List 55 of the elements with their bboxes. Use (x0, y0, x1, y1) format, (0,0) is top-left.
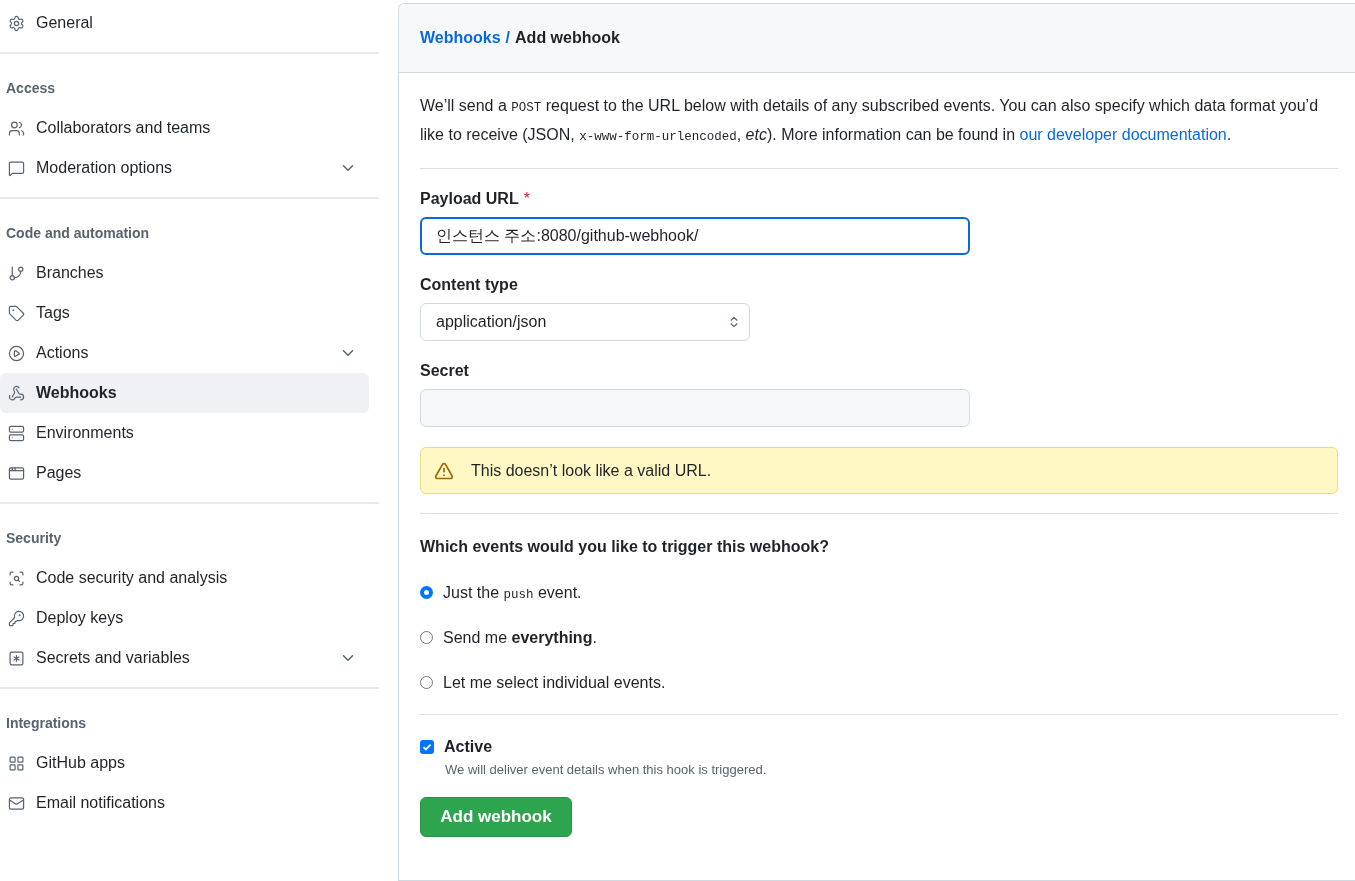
sidebar-item[interactable]: Environments (0, 413, 369, 453)
chat-bubbles-icon (8, 159, 25, 177)
play-icon (8, 344, 25, 362)
sidebar-item[interactable]: General (0, 3, 369, 43)
sidebar-item[interactable]: Branches (0, 253, 369, 293)
hint-text: We will deliver event details when this hook is triggered. (445, 762, 768, 777)
settings-icon (8, 14, 25, 32)
radio-button[interactable] (420, 631, 433, 644)
field-label: Content type (420, 276, 518, 294)
browser-window-icon (8, 464, 25, 482)
tag-icon (8, 304, 25, 322)
sidebar-item[interactable]: Webhooks (0, 373, 369, 413)
warning-icon (434, 460, 454, 481)
checkbox[interactable] (420, 740, 434, 754)
section-heading: Code and automation (5, 224, 151, 243)
sidebar-item[interactable]: Collaborators and teams (0, 108, 369, 148)
section-heading: Security (5, 529, 63, 548)
required-mark: * (523, 190, 530, 208)
section-heading: Access (5, 79, 57, 98)
content-type-select[interactable]: application/json (420, 303, 750, 341)
code-scan-icon (8, 569, 25, 587)
sidebar-item[interactable]: Pages (0, 453, 369, 493)
sidebar-item[interactable]: Secrets and variables (0, 638, 369, 678)
sidebar-item[interactable]: Actions (0, 333, 369, 373)
sidebar-item[interactable]: Moderation options (0, 148, 369, 188)
grid-icon (8, 754, 25, 772)
option-label: Just the push event. (443, 583, 582, 602)
section-heading: Integrations (5, 714, 88, 733)
breadcrumb-link[interactable]: Webhooks (420, 29, 501, 47)
field-label: Payload URL (420, 190, 519, 208)
people-icon (8, 119, 25, 137)
webhook-icon (8, 384, 25, 402)
sidebar-item[interactable]: Tags (0, 293, 369, 333)
documentation-link[interactable]: our developer documentation (1019, 125, 1227, 143)
mail-icon (8, 794, 25, 812)
warning-text: This doesn’t look like a valid URL. (471, 461, 712, 480)
branch-icon (8, 264, 25, 282)
sidebar-item[interactable]: GitHub apps (0, 743, 369, 783)
checkbox-label: Active (444, 738, 493, 756)
sidebar-item[interactable]: Deploy keys (0, 598, 369, 638)
radio-button[interactable] (420, 586, 433, 599)
field-label: Secret (420, 362, 469, 380)
secret-field[interactable] (420, 389, 970, 427)
option-label: Send me everything. (443, 628, 597, 647)
events-question: Which events would you like to trigger this webhook? (420, 538, 830, 556)
radio-button[interactable] (420, 676, 433, 689)
sidebar-item[interactable]: Code security and analysis (0, 558, 369, 598)
key-icon (8, 609, 25, 627)
option-label: Let me select individual events. (443, 673, 666, 692)
payload-url-field[interactable]: 인스턴스 주소:8080/github-webhook/ (420, 217, 970, 255)
breadcrumb-separator: / (505, 29, 511, 47)
server-icon (8, 424, 25, 442)
sidebar-item[interactable]: Email notifications (0, 783, 369, 823)
asterisk-icon (8, 649, 25, 667)
page-title: Add webhook (515, 29, 620, 47)
